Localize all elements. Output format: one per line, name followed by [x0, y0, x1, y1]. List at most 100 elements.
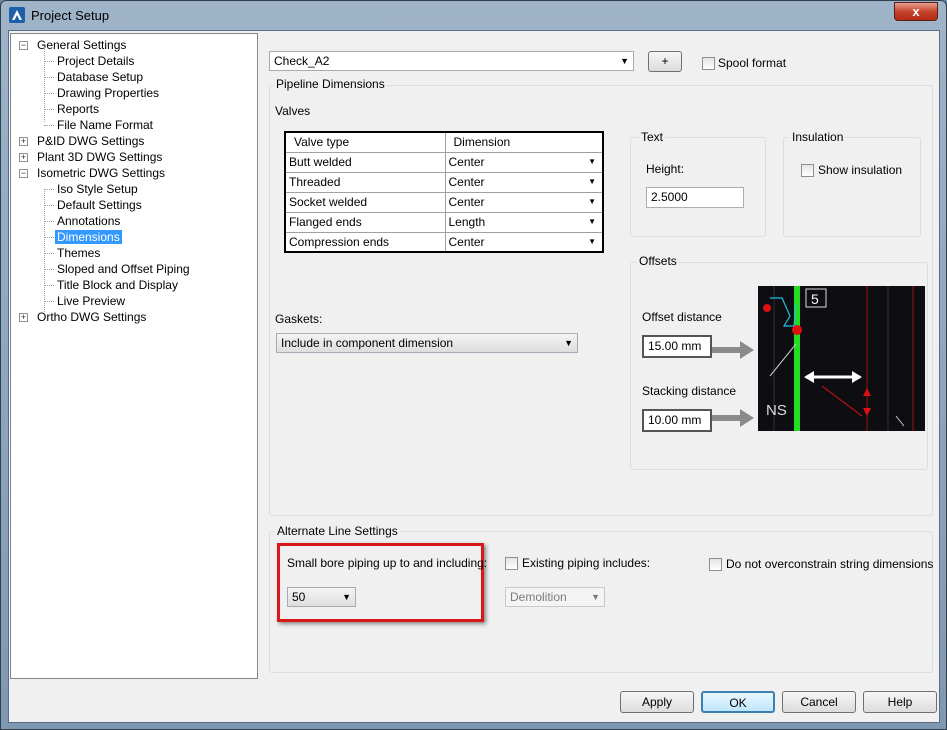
- tree-connector: [44, 189, 54, 190]
- tree-item-label: Annotations: [57, 214, 121, 228]
- stacking-distance-input[interactable]: 10.00 mm: [642, 409, 712, 432]
- tree-item[interactable]: Live Preview: [55, 293, 127, 309]
- tree-item[interactable]: Sloped and Offset Piping: [55, 261, 192, 277]
- expand-icon[interactable]: +: [19, 313, 28, 322]
- tree-item-label: Drawing Properties: [57, 86, 160, 100]
- tree-item-label: Project Details: [57, 54, 135, 68]
- spool-format-label: Spool format: [718, 56, 787, 70]
- existing-piping-value: Demolition: [510, 590, 567, 604]
- apply-button[interactable]: Apply: [620, 691, 694, 713]
- chevron-down-icon[interactable]: ▼: [588, 237, 596, 246]
- tree-item[interactable]: Project Details: [55, 53, 136, 69]
- chevron-down-icon[interactable]: ▼: [588, 157, 596, 166]
- table-row[interactable]: Socket welded Center ▼: [284, 191, 604, 213]
- existing-piping-checkbox[interactable]: [505, 557, 518, 570]
- tree-connector: [44, 205, 54, 206]
- tree-item-label: Dimensions: [55, 230, 122, 244]
- table-row[interactable]: Threaded Center ▼: [284, 171, 604, 193]
- tree-item[interactable]: Title Block and Display: [55, 277, 180, 293]
- tree-item-label: Database Setup: [57, 70, 144, 84]
- overconstrain-checkbox[interactable]: [709, 558, 722, 571]
- tree-connector: [44, 61, 54, 62]
- collapse-icon[interactable]: −: [19, 41, 28, 50]
- tree-item-label: Default Settings: [57, 198, 142, 212]
- stacking-pointer-arrow: [712, 409, 754, 427]
- cancel-button[interactable]: Cancel: [782, 691, 856, 713]
- column-header-dimension: Dimension: [445, 132, 604, 153]
- existing-piping-label: Existing piping includes:: [522, 556, 651, 570]
- insulation-group: [783, 137, 921, 237]
- table-row[interactable]: Flanged ends Length ▼: [284, 211, 604, 233]
- tree-item-label: Isometric DWG Settings: [37, 166, 166, 180]
- title-bar[interactable]: Project Setup x: [1, 1, 946, 29]
- help-button[interactable]: Help: [863, 691, 937, 713]
- alternate-line-settings-title: Alternate Line Settings: [275, 524, 400, 538]
- tree-connector: [44, 93, 54, 94]
- highlight-box: [277, 543, 484, 622]
- tree-item-label: P&ID DWG Settings: [37, 134, 145, 148]
- tree-item-label: Title Block and Display: [57, 278, 178, 292]
- table-row[interactable]: Butt welded Center ▼: [284, 151, 604, 173]
- tree-item[interactable]: File Name Format: [55, 117, 155, 133]
- collapse-icon[interactable]: −: [19, 169, 28, 178]
- tree-item[interactable]: Ortho DWG Settings: [35, 309, 148, 325]
- tree-item[interactable]: Reports: [55, 101, 101, 117]
- ok-button[interactable]: OK: [701, 691, 775, 713]
- tree-item[interactable]: P&ID DWG Settings: [35, 133, 146, 149]
- chevron-down-icon[interactable]: ▼: [588, 197, 596, 206]
- tree-connector: [44, 77, 54, 78]
- chevron-down-icon: ▼: [342, 592, 351, 602]
- dimension-cell[interactable]: Center ▼: [444, 191, 604, 213]
- tree-item-label: Iso Style Setup: [57, 182, 138, 196]
- text-height-input[interactable]: 2.5000: [646, 187, 744, 208]
- dimension-cell[interactable]: Center ▼: [444, 171, 604, 193]
- chevron-down-icon[interactable]: ▼: [588, 217, 596, 226]
- pipeline-dimensions-title: Pipeline Dimensions: [274, 77, 387, 91]
- text-group-title: Text: [639, 130, 666, 144]
- spool-format-checkbox[interactable]: [702, 57, 715, 70]
- tree-item[interactable]: Database Setup: [55, 69, 145, 85]
- tree-connector: [44, 285, 54, 286]
- show-insulation-checkbox[interactable]: [801, 164, 814, 177]
- dimension-value: Length: [448, 215, 486, 229]
- tree-item[interactable]: Themes: [55, 245, 102, 261]
- small-bore-combo[interactable]: 50 ▼: [287, 587, 356, 607]
- expand-icon[interactable]: +: [19, 153, 28, 162]
- project-setup-window: Project Setup x General Settings − Project…: [0, 0, 947, 730]
- existing-piping-combo[interactable]: Demolition ▼: [505, 587, 605, 607]
- tree-item[interactable]: Isometric DWG Settings: [35, 165, 167, 181]
- table-row[interactable]: Compression ends Center ▼: [284, 231, 604, 253]
- offsets-group-title: Offsets: [637, 254, 679, 268]
- iso-style-value: Check_A2: [274, 54, 330, 68]
- tree-item[interactable]: Dimensions: [55, 229, 122, 245]
- tree-item[interactable]: General Settings: [35, 37, 128, 53]
- tree-item[interactable]: Plant 3D DWG Settings: [35, 149, 164, 165]
- chevron-down-icon[interactable]: ▼: [588, 177, 596, 186]
- offset-distance-input[interactable]: 15.00 mm: [642, 335, 712, 358]
- pipe-green-line: [794, 286, 800, 431]
- tree-connector: [44, 221, 54, 222]
- expand-icon[interactable]: +: [19, 137, 28, 146]
- tree-connector: [44, 301, 54, 302]
- tree-item[interactable]: Iso Style Setup: [55, 181, 140, 197]
- iso-style-combo[interactable]: Check_A2 ▼: [269, 51, 634, 71]
- valve-type-cell: Threaded: [284, 171, 446, 193]
- tree-item[interactable]: Annotations: [55, 213, 122, 229]
- preview-ns-label: NS: [766, 402, 787, 419]
- gaskets-combo[interactable]: Include in component dimension ▼: [276, 333, 578, 353]
- dimension-cell[interactable]: Center ▼: [444, 231, 604, 253]
- close-button[interactable]: x: [894, 2, 938, 21]
- tree-connector: [44, 253, 54, 254]
- tree-item[interactable]: Default Settings: [55, 197, 144, 213]
- tree-item-label: Themes: [57, 246, 101, 260]
- settings-tree[interactable]: General Settings − Project Details Database…: [10, 33, 258, 679]
- table-header-row: Valve type Dimension: [285, 132, 604, 153]
- add-style-button[interactable]: +: [648, 51, 682, 72]
- dimension-cell[interactable]: Center ▼: [444, 151, 604, 173]
- tree-item-label: Ortho DWG Settings: [37, 310, 147, 324]
- tree-item-label: General Settings: [37, 38, 127, 52]
- tree-item[interactable]: Drawing Properties: [55, 85, 161, 101]
- dialog-client-area: General Settings − Project Details Database…: [8, 30, 940, 723]
- dimension-cell[interactable]: Length ▼: [444, 211, 604, 233]
- valves-table[interactable]: Valve type Dimension Butt welded Center ▼ T…: [284, 131, 604, 253]
